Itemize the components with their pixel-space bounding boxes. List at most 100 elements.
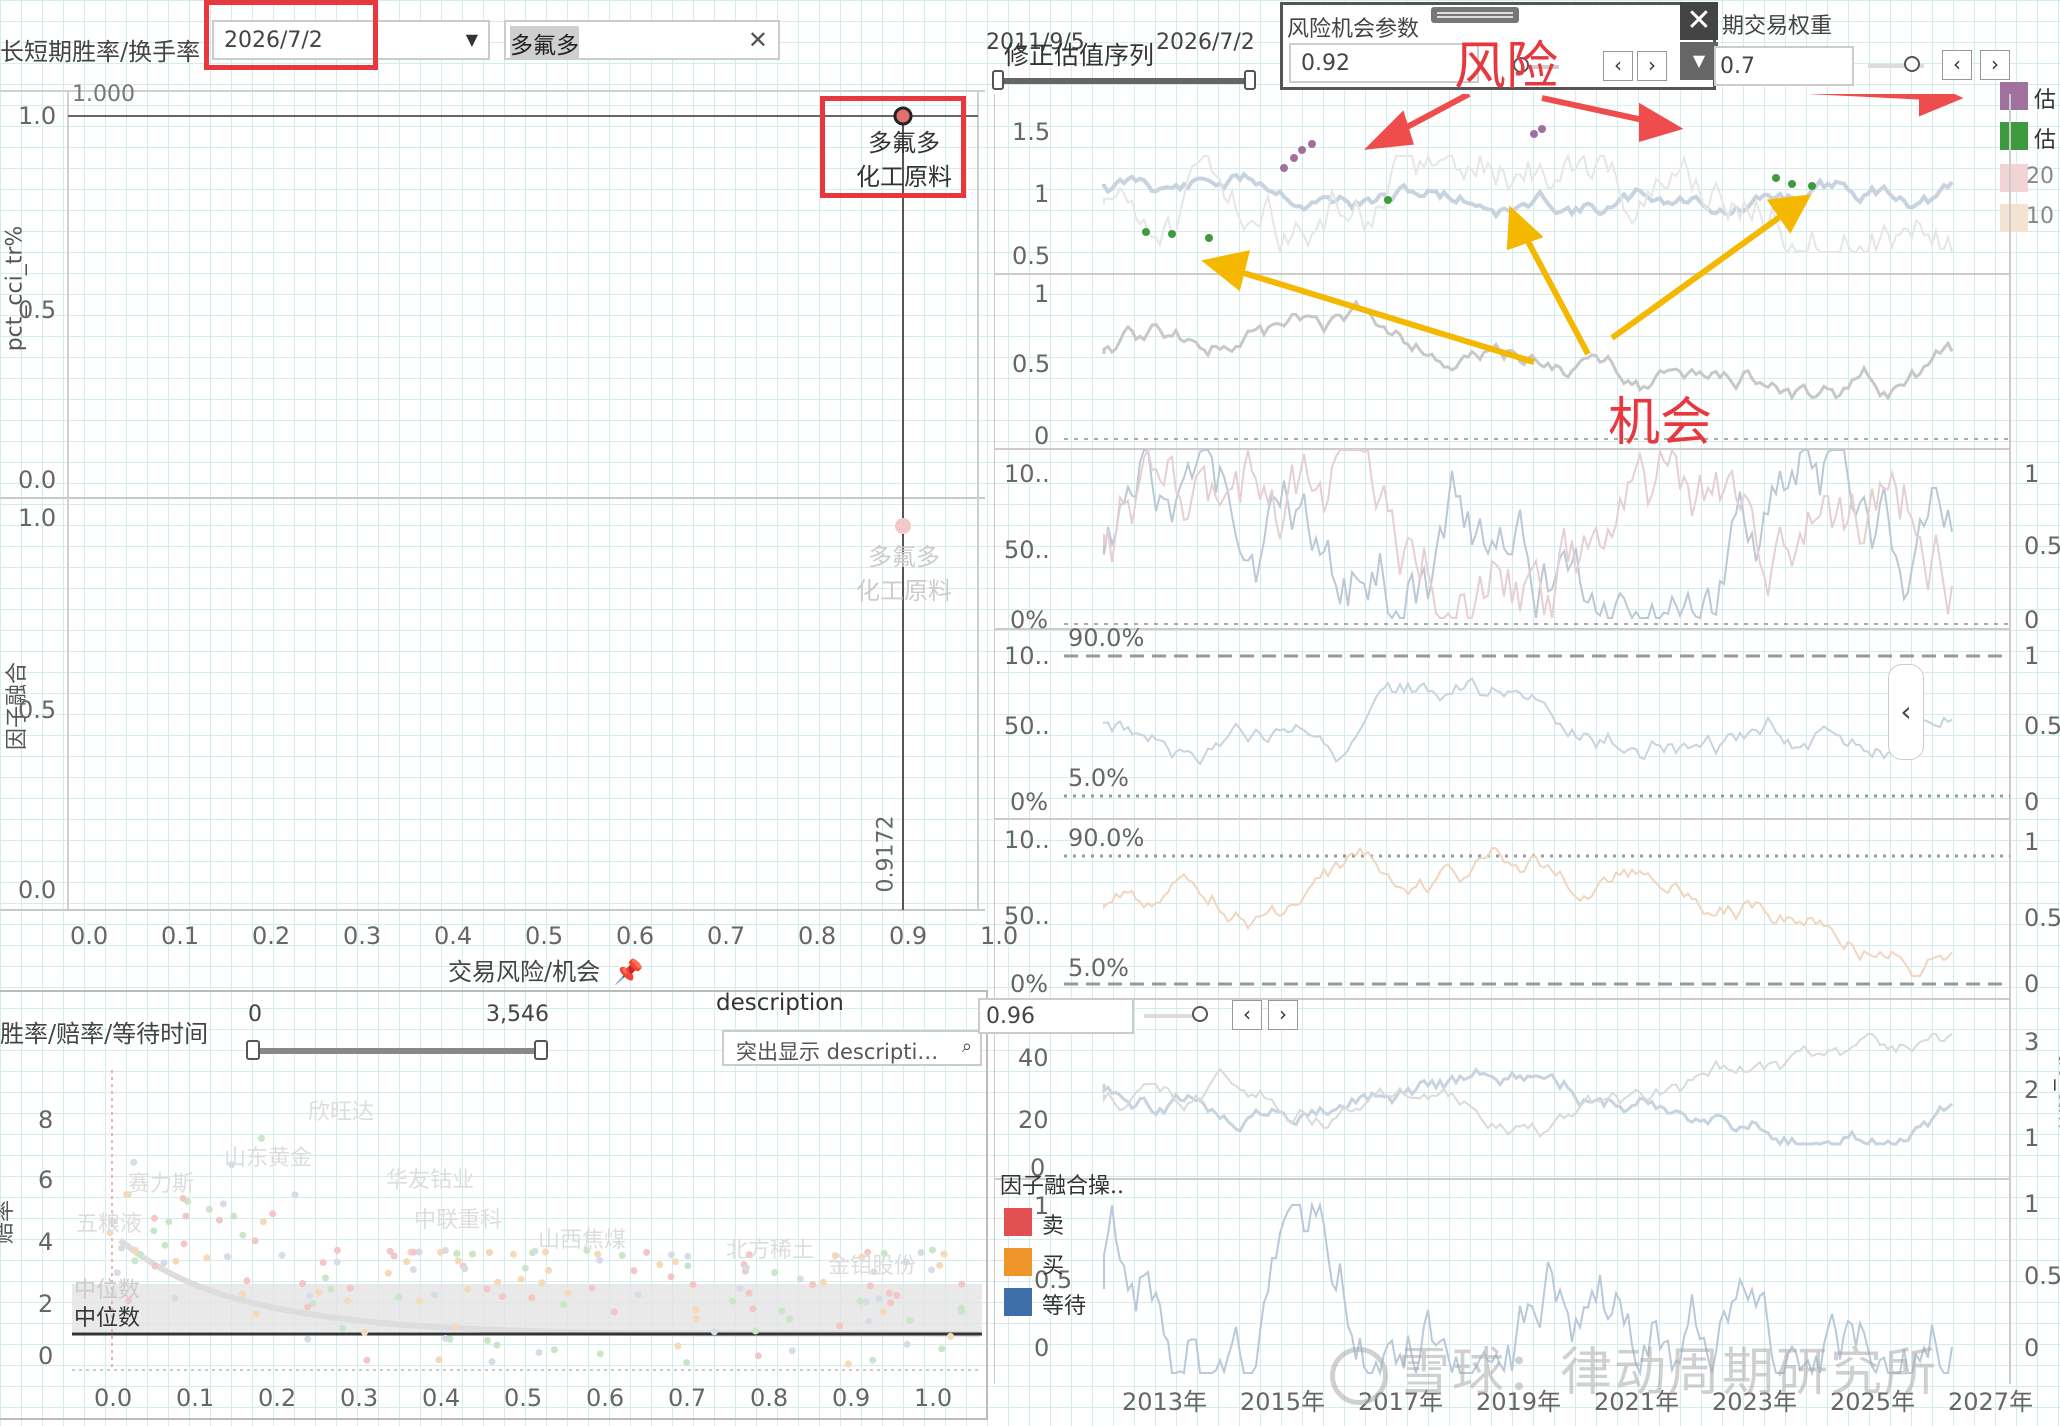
close-icon[interactable]: ✕ (748, 26, 768, 54)
odds-point (239, 1231, 247, 1239)
odds-point (529, 1249, 536, 1257)
p4-tick-top: 10.. (1004, 642, 1050, 670)
odds-point (151, 1262, 159, 1270)
p6-tick-40: 40 (1018, 1044, 1049, 1072)
p6-tick-20: 20 (1018, 1106, 1049, 1134)
odds-point (205, 1205, 213, 1213)
op-swatch-buy[interactable] (1004, 1248, 1032, 1276)
odds-point (243, 1277, 251, 1285)
date-range-slider[interactable] (992, 70, 1256, 90)
signal-point (1290, 154, 1298, 162)
odds-point (958, 1280, 966, 1288)
odds-point (692, 1315, 700, 1323)
name-xinwangda: 欣旺达 (308, 1100, 375, 1125)
weight-input[interactable]: 0.7 (1714, 46, 1854, 86)
risk-annotation: 风险 (1454, 37, 1559, 97)
odds-point (118, 1244, 126, 1252)
annotation-box-stock (820, 96, 966, 198)
odds-point (469, 1250, 476, 1258)
param-input[interactable]: 0.92 (1289, 43, 1479, 83)
odds-x-tick: 0.1 (176, 1384, 215, 1412)
opportunity-annotation: 机会 (1608, 393, 1713, 453)
stock-name-ghost: 多氟多 化工原料 (844, 540, 964, 608)
odds-point (684, 1252, 692, 1260)
odds-point (796, 1275, 804, 1283)
range-handle-right[interactable] (534, 1040, 548, 1060)
search-input[interactable]: 多氟多 ✕ (504, 20, 780, 60)
odds-point (344, 1297, 352, 1305)
odds-x-tick: 0.4 (422, 1384, 461, 1412)
lower-param-next-button[interactable]: › (1268, 1000, 1298, 1030)
weight-slider[interactable] (1868, 56, 1924, 72)
odds-point (219, 1200, 227, 1208)
p4-tick-mid: 50.. (1004, 712, 1050, 740)
name-shandong-gold: 山东黄金 (224, 1146, 313, 1171)
x-tick: 0.3 (343, 922, 382, 950)
odds-point (906, 1317, 914, 1324)
param-title: 风险机会参数 (1287, 17, 1420, 42)
lower-param-prev-button[interactable]: ‹ (1232, 1000, 1262, 1030)
op-label-buy: 买 (1042, 1254, 1065, 1279)
signal-point (1808, 182, 1816, 190)
description-title: description (716, 990, 844, 1016)
chevron-down-icon[interactable]: ▼ (466, 30, 478, 49)
name-seres: 赛力斯 (128, 1172, 195, 1197)
op-swatch-wait[interactable] (1004, 1288, 1032, 1316)
op-swatch-sell[interactable] (1004, 1208, 1032, 1236)
range-slider[interactable] (246, 1040, 548, 1060)
weight-prev-button[interactable]: ‹ (1942, 50, 1972, 80)
odds-point (940, 1250, 948, 1258)
popup-close-button[interactable]: ✕ (1680, 2, 1718, 40)
x-tick: 0.5 (525, 922, 564, 950)
odds-point (596, 1256, 604, 1264)
pin-icon[interactable]: 📌 (614, 958, 644, 986)
p5-lo: 5.0% (1068, 954, 1129, 982)
odds-point (136, 1250, 144, 1258)
p4-hi: 90.0% (1068, 624, 1145, 652)
date-handle-left[interactable] (992, 70, 1004, 90)
odds-point (395, 1293, 403, 1301)
lower-param-input[interactable]: 0.96 (978, 998, 1134, 1034)
x-axis-label-text: 交易风险/机会 (448, 958, 601, 986)
y-axis-label-top: pct_cci_tr% (2, 225, 28, 352)
range-handle-left[interactable] (246, 1040, 260, 1060)
odds-point (596, 1350, 604, 1358)
x-axis-label[interactable]: 交易风险/机会 📌 (448, 952, 644, 987)
odds-x-tick: 0.7 (668, 1384, 707, 1412)
odds-point (409, 1266, 417, 1273)
date-handle-right[interactable] (1244, 70, 1256, 90)
odds-point (683, 1359, 691, 1367)
description-highlight-input[interactable]: 突出显示 descripti… ⌕ (722, 1030, 982, 1066)
odds-point (550, 1346, 558, 1354)
odds-point (494, 1278, 502, 1286)
odds-point (454, 1257, 462, 1265)
odds-point (672, 1258, 679, 1266)
range-title: 修正估值序列 (1004, 41, 1155, 70)
p6-right-3: 3 (2024, 1028, 2040, 1056)
drag-handle[interactable] (1431, 7, 1519, 23)
median-label: 中位数 (74, 1306, 141, 1331)
odds-point (488, 1358, 496, 1366)
p5-tick-top: 10.. (1004, 826, 1050, 854)
odds-point (327, 1285, 335, 1293)
odds-point (667, 1251, 675, 1259)
p2-tick-0: 0 (1034, 422, 1050, 450)
odds-point (150, 1227, 158, 1235)
odds-point (306, 1292, 314, 1300)
lower-param-slider[interactable] (1144, 1006, 1208, 1022)
factor-series (1102, 299, 1954, 402)
signal-point (1298, 146, 1306, 154)
odds-point (771, 1269, 779, 1276)
collapse-panel-button[interactable]: ‹ (1888, 664, 1924, 760)
odds-point (361, 1328, 369, 1336)
param-prev-button[interactable]: ‹ (1603, 51, 1633, 81)
param-value: 0.92 (1301, 51, 1350, 76)
odds-point (929, 1246, 936, 1254)
winrate-title: 胜率/赔率/等待时间 (0, 1020, 209, 1048)
param-next-button[interactable]: › (1637, 51, 1667, 81)
p2-tick-1: 1 (1034, 280, 1050, 308)
weight-next-button[interactable]: › (1980, 50, 2010, 80)
odds-point (160, 1259, 168, 1267)
search-icon: ⌕ (961, 1036, 972, 1057)
popup-menu-button[interactable]: ▼ (1680, 42, 1718, 80)
